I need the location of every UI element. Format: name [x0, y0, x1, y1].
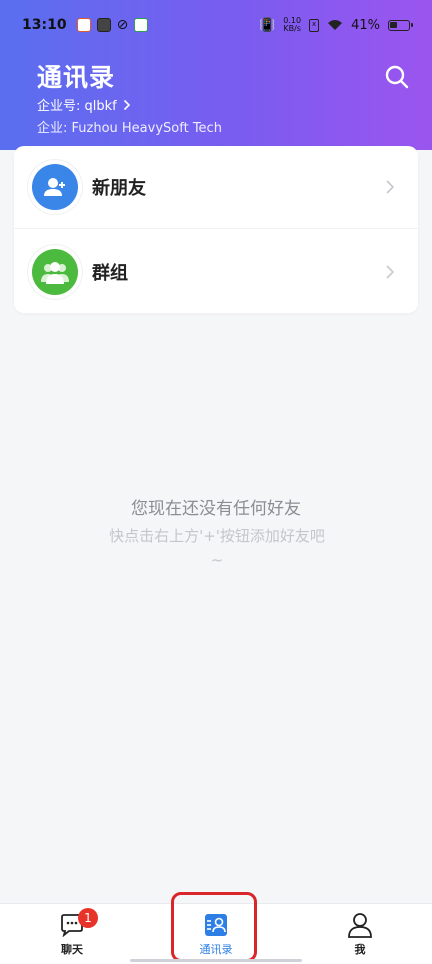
battery-percent: 41%	[351, 17, 380, 33]
groups-label: 群组	[92, 262, 128, 284]
chevron-right-icon	[123, 99, 130, 110]
profile-icon	[347, 912, 373, 938]
unread-badge: 1	[78, 908, 98, 928]
tab-me-label: 我	[354, 943, 366, 956]
empty-state-subtitle: 快点击右上方'+'按钮添加好友吧~	[109, 527, 325, 569]
weibo-notification-icon	[76, 18, 91, 32]
wifi-icon	[328, 20, 343, 30]
page-title: 通讯录	[37, 63, 116, 92]
vibrate-icon: 📳	[259, 17, 276, 33]
search-icon[interactable]	[384, 64, 410, 90]
header: 13:10 ⊘ 📳 0.10 KB/s x 41% 通讯录 企业号: qlbkf	[0, 0, 432, 150]
status-time: 13:10	[22, 17, 67, 33]
new-friends-item[interactable]: 新朋友	[14, 146, 418, 229]
gesture-bar	[130, 959, 302, 962]
chat-icon: 1	[59, 908, 98, 938]
groups-item[interactable]: 群组	[14, 230, 418, 313]
battery-icon	[388, 19, 413, 31]
sim-icon: x	[309, 18, 320, 32]
chevron-right-icon	[386, 180, 395, 194]
app-notification-icon	[96, 18, 111, 32]
corp-name: 企业: Fuzhou HeavySoft Tech	[37, 121, 222, 136]
empty-state-title: 您现在还没有任何好友	[131, 499, 301, 519]
message-notification-icon	[134, 18, 149, 32]
tab-chat-label: 聊天	[61, 943, 83, 956]
net-speed: 0.10 KB/s	[283, 16, 302, 33]
highlight-annotation	[171, 892, 257, 962]
chevron-right-icon	[386, 264, 395, 279]
corp-id-link[interactable]: 企业号: qlbkf	[37, 95, 131, 114]
tab-chat[interactable]: 1 聊天	[0, 904, 144, 964]
group-icon	[32, 248, 78, 295]
status-bar: 13:10 ⊘ 📳 0.10 KB/s x 41%	[0, 0, 432, 50]
add-user-icon	[32, 164, 78, 210]
tab-me[interactable]: 我	[288, 904, 432, 964]
link-notification-icon: ⊘	[116, 17, 129, 33]
new-friends-label: 新朋友	[92, 178, 146, 199]
contacts-card: 新朋友 群组	[14, 146, 418, 313]
corp-id: 企业号: qlbkf	[37, 99, 117, 114]
